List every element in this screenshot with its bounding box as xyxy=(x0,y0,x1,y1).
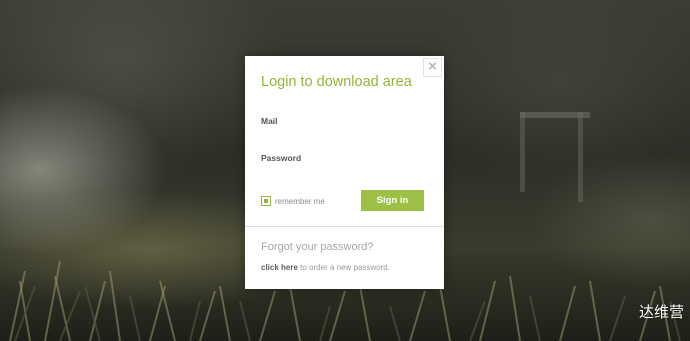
remember-me-label: remember me xyxy=(275,196,325,206)
background-post xyxy=(520,112,525,192)
login-modal: × Login to download area Mail Password r… xyxy=(245,56,444,289)
order-suffix: to order a new password. xyxy=(297,263,390,272)
order-password-text: click here to order a new password. xyxy=(261,263,390,272)
watermark-text: 达维营 xyxy=(638,303,684,321)
click-here-link[interactable]: click here xyxy=(261,263,298,272)
background-post xyxy=(578,112,583,202)
sign-in-button[interactable]: Sign in xyxy=(361,190,424,211)
forgot-password-text: Forgot your password? xyxy=(261,241,374,253)
modal-title: Login to download area xyxy=(261,74,412,90)
mail-input[interactable] xyxy=(257,126,432,146)
checkbox-icon[interactable] xyxy=(261,196,271,206)
divider xyxy=(245,226,444,227)
password-label: Password xyxy=(261,153,302,163)
password-input[interactable] xyxy=(257,163,432,183)
mail-label: Mail xyxy=(261,116,278,126)
close-icon[interactable]: × xyxy=(423,58,442,77)
remember-me-toggle[interactable]: remember me xyxy=(261,196,325,206)
